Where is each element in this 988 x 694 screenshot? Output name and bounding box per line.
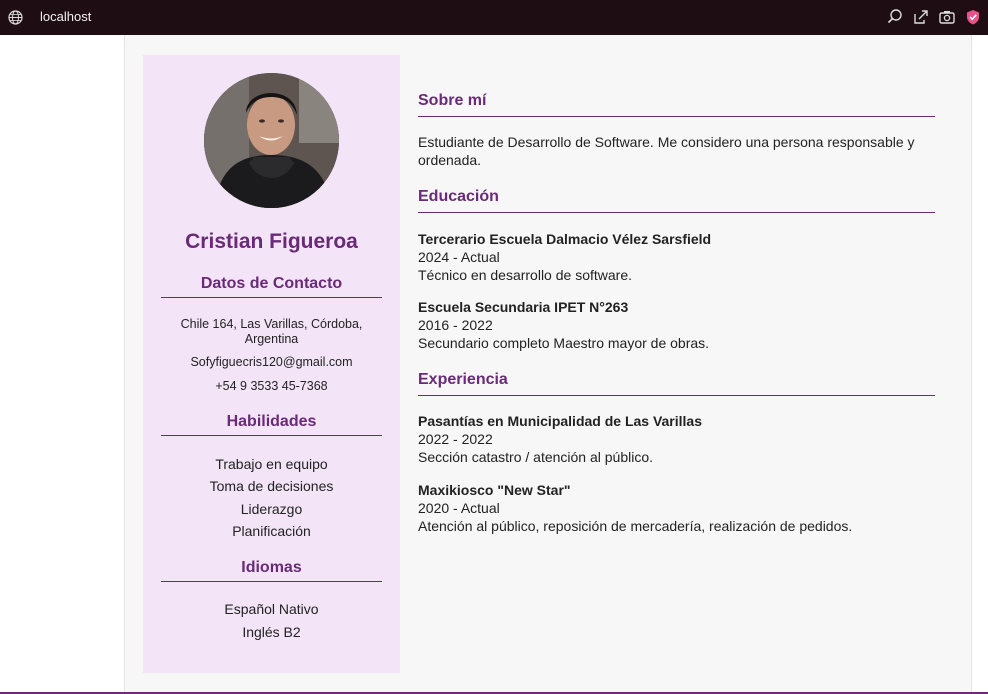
education-title: Tercerario Escuela Dalmacio Vélez Sarsfi… bbox=[418, 231, 712, 247]
share-icon[interactable] bbox=[912, 8, 930, 26]
education-dates: 2016 - 2022 bbox=[418, 317, 493, 333]
avatar bbox=[204, 73, 339, 208]
globe-icon bbox=[8, 10, 23, 25]
language-item: Español Nativo bbox=[224, 601, 319, 617]
candidate-name: Cristian Figueroa bbox=[185, 230, 358, 253]
education-desc: Secundario completo Maestro mayor de obr… bbox=[418, 335, 710, 351]
experience-desc: Sección catastro / atención al público. bbox=[418, 449, 654, 465]
experience-desc: Atención al público, reposición de merca… bbox=[418, 518, 853, 534]
address-bar-url[interactable]: localhost bbox=[40, 9, 91, 24]
education-dates: 2024 - Actual bbox=[418, 249, 500, 265]
skills-heading: Habilidades bbox=[161, 413, 382, 436]
about-heading: Sobre mí bbox=[418, 92, 935, 117]
contact-phone: +54 9 3533 45-7368 bbox=[215, 379, 328, 393]
education-desc: Técnico en desarrollo de software. bbox=[418, 267, 632, 283]
skill-item: Liderazgo bbox=[240, 501, 303, 517]
experience-title: Pasantías en Municipalidad de Las Varill… bbox=[418, 413, 702, 429]
skill-item: Planificación bbox=[232, 523, 311, 539]
contact-heading: Datos de Contacto bbox=[161, 275, 382, 298]
shield-icon[interactable] bbox=[964, 8, 982, 26]
cv-sidebar: Cristian Figueroa Datos de Contacto Chil… bbox=[143, 55, 400, 673]
education-heading: Educación bbox=[418, 188, 935, 213]
experience-title: Maxikiosco "New Star" bbox=[418, 482, 571, 498]
experience-dates: 2020 - Actual bbox=[418, 500, 500, 516]
experience-dates: 2022 - 2022 bbox=[418, 431, 493, 447]
language-item: Inglés B2 bbox=[242, 624, 301, 640]
contact-address: Chile 164, Las Varillas, Córdoba, Argent… bbox=[180, 317, 363, 346]
screenshot-icon[interactable] bbox=[938, 8, 956, 26]
zoom-icon[interactable] bbox=[886, 8, 904, 26]
contact-email: Sofyfiguecris120@gmail.com bbox=[190, 355, 353, 369]
languages-heading: Idiomas bbox=[161, 559, 382, 582]
skill-item: Trabajo en equipo bbox=[215, 456, 328, 472]
about-text: Estudiante de Desarrollo de Software. Me… bbox=[418, 134, 915, 168]
skill-item: Toma de decisiones bbox=[209, 478, 334, 494]
browser-titlebar: localhost bbox=[0, 0, 988, 35]
experience-heading: Experiencia bbox=[418, 371, 935, 396]
education-title: Escuela Secundaria IPET N°263 bbox=[418, 299, 629, 315]
